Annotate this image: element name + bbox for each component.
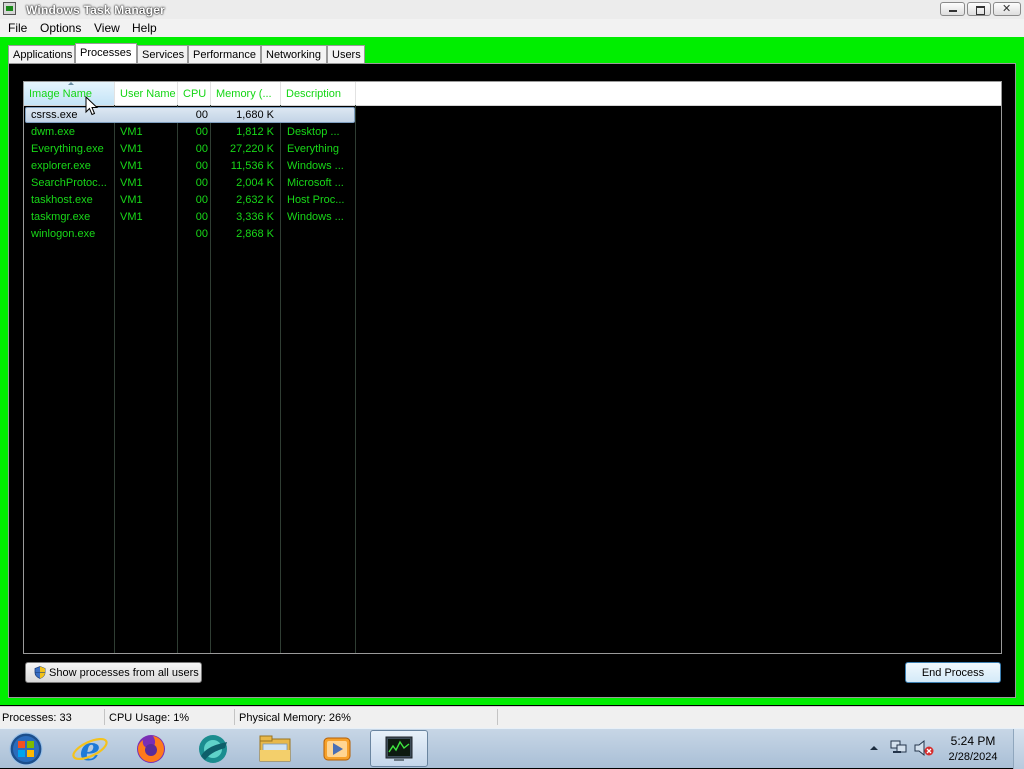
- process-description: Host Proc...: [287, 194, 345, 206]
- process-memory: 1,812 K: [236, 126, 274, 138]
- clock-time[interactable]: 5:24 PM: [948, 734, 998, 748]
- process-row[interactable]: SearchProtoc... VM1 00 2,004 K Microsoft…: [24, 175, 1001, 192]
- menu-bar: File Options View Help: [0, 19, 1024, 37]
- process-user-name: VM1: [120, 160, 143, 172]
- process-cpu: 00: [195, 228, 208, 240]
- tab-performance[interactable]: Performance: [188, 45, 261, 63]
- process-row[interactable]: dwm.exe VM1 00 1,812 K Desktop ...: [24, 124, 1001, 141]
- internet-explorer-icon[interactable]: e: [68, 732, 112, 766]
- show-all-processes-button[interactable]: Show processes from all users: [25, 662, 202, 683]
- minimize-button[interactable]: [940, 2, 965, 16]
- process-cpu: 00: [195, 177, 208, 189]
- tab-processes[interactable]: Processes: [75, 43, 137, 64]
- tab-applications[interactable]: Applications: [8, 45, 75, 63]
- show-hidden-icons-icon[interactable]: [869, 743, 879, 753]
- firefox-icon[interactable]: [129, 732, 173, 766]
- process-image-name: SearchProtoc...: [31, 177, 107, 189]
- show-all-processes-label: Show processes from all users: [49, 667, 199, 679]
- process-cpu: 00: [195, 211, 208, 223]
- process-list[interactable]: Image Name User Name CPU Memory (... Des…: [23, 81, 1002, 654]
- svg-text:e: e: [80, 732, 100, 766]
- taskbar: e 5:24 PM 2/28/2024: [0, 728, 1024, 769]
- process-user-name: VM1: [120, 126, 143, 138]
- process-image-name: winlogon.exe: [31, 228, 96, 240]
- menu-help[interactable]: Help: [132, 21, 157, 35]
- process-row[interactable]: taskhost.exe VM1 00 2,632 K Host Proc...: [24, 192, 1001, 209]
- menu-file[interactable]: File: [8, 21, 27, 35]
- column-memory[interactable]: Memory (...: [211, 82, 281, 105]
- status-divider: [104, 709, 105, 725]
- process-memory: 2,632 K: [236, 194, 274, 206]
- network-icon[interactable]: [889, 739, 909, 757]
- process-user-name: VM1: [120, 177, 143, 189]
- process-memory: 27,220 K: [229, 143, 274, 155]
- uac-shield-icon: [34, 666, 46, 679]
- process-description: Everything: [287, 143, 339, 155]
- column-user-name[interactable]: User Name: [115, 82, 178, 105]
- process-count: Processes: 33: [2, 712, 72, 724]
- process-image-name: dwm.exe: [31, 126, 76, 138]
- browser-app-icon[interactable]: [191, 732, 235, 766]
- task-manager-app-icon[interactable]: [3, 2, 16, 15]
- status-divider: [497, 709, 498, 725]
- process-image-name: explorer.exe: [31, 160, 91, 172]
- show-desktop-button[interactable]: [1013, 729, 1024, 769]
- media-player-icon[interactable]: [315, 732, 359, 766]
- end-process-button[interactable]: End Process: [905, 662, 1001, 683]
- process-user-name: VM1: [120, 143, 143, 155]
- process-memory: 2,868 K: [236, 228, 274, 240]
- physical-memory: Physical Memory: 26%: [239, 712, 351, 724]
- process-row[interactable]: winlogon.exe 00 2,868 K: [24, 226, 1001, 243]
- process-row[interactable]: explorer.exe VM1 00 11,536 K Windows ...: [24, 158, 1001, 175]
- process-description: Microsoft ...: [287, 177, 344, 189]
- process-image-name: csrss.exe: [31, 109, 78, 121]
- title-bar[interactable]: Windows Task Manager: [0, 0, 1024, 20]
- process-user-name: VM1: [120, 211, 143, 223]
- process-image-name: Everything.exe: [31, 143, 104, 155]
- process-memory: 3,336 K: [236, 211, 274, 223]
- window-title: Windows Task Manager: [26, 3, 166, 17]
- file-explorer-icon[interactable]: [253, 732, 297, 766]
- column-image-name[interactable]: Image Name: [24, 82, 115, 105]
- process-cpu: 00: [195, 126, 208, 138]
- volume-muted-icon[interactable]: [913, 739, 935, 757]
- process-cpu: 00: [195, 143, 208, 155]
- process-row[interactable]: Everything.exe VM1 00 27,220 K Everythin…: [24, 141, 1001, 158]
- sort-ascending-icon: [68, 82, 74, 85]
- process-description: Windows ...: [287, 211, 344, 223]
- process-row[interactable]: csrss.exe 00 1,680 K: [24, 107, 1001, 124]
- task-manager-icon[interactable]: [377, 732, 421, 766]
- process-memory: 11,536 K: [230, 160, 274, 172]
- process-row[interactable]: taskmgr.exe VM1 00 3,336 K Windows ...: [24, 209, 1001, 226]
- process-cpu: 00: [195, 109, 208, 121]
- maximize-button[interactable]: [967, 2, 991, 16]
- tab-users[interactable]: Users: [327, 45, 365, 63]
- process-list-header: Image Name User Name CPU Memory (... Des…: [24, 82, 1001, 106]
- column-cpu[interactable]: CPU: [178, 82, 211, 105]
- column-description[interactable]: Description: [281, 82, 356, 105]
- close-button[interactable]: [993, 2, 1021, 16]
- start-orb-icon[interactable]: [5, 732, 47, 766]
- process-image-name: taskhost.exe: [31, 194, 93, 206]
- process-user-name: VM1: [120, 194, 143, 206]
- process-image-name: taskmgr.exe: [31, 211, 91, 223]
- mouse-cursor-icon: [85, 96, 99, 116]
- process-cpu: 00: [195, 194, 208, 206]
- process-cpu: 00: [195, 160, 208, 172]
- clock-date[interactable]: 2/28/2024: [943, 751, 1003, 763]
- process-memory: 1,680 K: [236, 109, 274, 121]
- process-description: Desktop ...: [287, 126, 340, 138]
- tab-networking[interactable]: Networking: [261, 45, 327, 63]
- process-description: Windows ...: [287, 160, 344, 172]
- menu-options[interactable]: Options: [40, 21, 81, 35]
- process-memory: 2,004 K: [236, 177, 274, 189]
- status-bar: Processes: 33 CPU Usage: 1% Physical Mem…: [0, 706, 1024, 728]
- tab-services[interactable]: Services: [137, 45, 188, 63]
- menu-view[interactable]: View: [94, 21, 120, 35]
- status-divider: [234, 709, 235, 725]
- cpu-usage: CPU Usage: 1%: [109, 712, 190, 724]
